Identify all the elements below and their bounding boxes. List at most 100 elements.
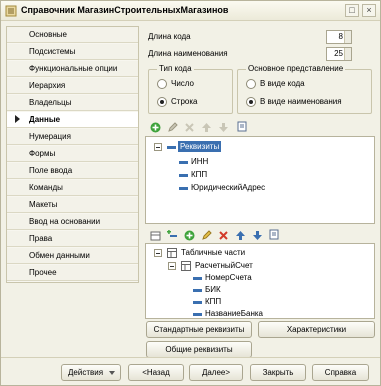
add-icon[interactable] (184, 230, 195, 241)
sidebar-item-input-based-on[interactable]: Ввод на основании (7, 214, 138, 230)
attributes-icon (167, 146, 176, 149)
code-type-string-radio[interactable] (157, 97, 167, 107)
code-type-string-label: Строка (171, 97, 198, 106)
actions-button[interactable]: Действия (61, 364, 121, 381)
tree-item-bank-account[interactable]: РасчетныйСчет (195, 260, 253, 271)
sidebar-item-label: Права (29, 234, 53, 243)
tree-item-kpp[interactable]: КПП (205, 296, 221, 307)
maximize-button[interactable]: □ (345, 4, 359, 17)
title-bar[interactable]: Справочник МагазинСтроительныхМагазинов … (1, 1, 380, 21)
code-length-label: Длина кода (148, 32, 191, 41)
collapse-icon[interactable] (154, 143, 162, 151)
window: Справочник МагазинСтроительныхМагазинов … (0, 0, 381, 386)
sidebar-item-label: Основные (29, 30, 67, 39)
collapse-icon[interactable] (168, 262, 176, 270)
tree-root-attributes[interactable]: Реквизиты (178, 141, 222, 152)
name-length-input[interactable]: 25 (326, 47, 352, 61)
spin-down-icon[interactable] (344, 54, 351, 60)
code-length-input[interactable]: 8 (326, 30, 352, 44)
sidebar-item-other[interactable]: Прочее (7, 265, 138, 281)
sidebar-item-forms[interactable]: Формы (7, 146, 138, 162)
tree-item-inn[interactable]: ИНН (191, 156, 208, 167)
collapse-icon[interactable] (154, 249, 162, 257)
move-up-icon[interactable] (235, 230, 246, 241)
add-attribute-icon[interactable] (167, 230, 178, 241)
attribute-icon (179, 174, 188, 177)
common-attributes-button[interactable]: Общие реквизиты (146, 341, 252, 358)
code-type-title: Тип кода (157, 64, 194, 73)
edit-icon[interactable] (167, 122, 178, 133)
sidebar-item-input-field[interactable]: Поле ввода (7, 163, 138, 179)
tree-item-legal-address[interactable]: ЮридическийАдрес (191, 182, 265, 193)
table-icon (181, 261, 191, 271)
spin-down-icon[interactable] (344, 37, 351, 43)
sidebar-item-label: Обмен данными (29, 251, 90, 260)
sidebar-item-subsystems[interactable]: Подсистемы (7, 44, 138, 60)
actions-label: Действия (68, 368, 104, 377)
main-view-code-label: В виде кода (260, 79, 305, 88)
code-type-number-radio[interactable] (157, 79, 167, 89)
name-length-value: 25 (334, 49, 343, 58)
move-down-icon[interactable] (218, 122, 229, 133)
name-length-label: Длина наименования (148, 49, 228, 58)
delete-icon[interactable] (218, 230, 229, 241)
sort-icon[interactable] (237, 121, 248, 132)
delete-icon[interactable] (184, 122, 195, 133)
edit-icon[interactable] (201, 230, 212, 241)
characteristics-button[interactable]: Характеристики (258, 321, 375, 338)
chevron-down-icon (109, 371, 115, 375)
tabular-parts-tree[interactable]: Табличные части РасчетныйСчет НомерСчета… (145, 243, 375, 319)
sidebar-item-label: Владельцы (29, 98, 72, 107)
move-up-icon[interactable] (201, 122, 212, 133)
main-view-name-label: В виде наименования (260, 97, 342, 106)
catalog-icon (5, 5, 17, 17)
sidebar-item-data[interactable]: Данные (7, 112, 138, 128)
move-down-icon[interactable] (252, 230, 263, 241)
selected-arrow-icon (15, 115, 20, 123)
sidebar-item-label: Формы (29, 149, 56, 158)
sidebar-item-label: Данные (29, 115, 61, 124)
main-view-code-radio[interactable] (246, 79, 256, 89)
standard-attributes-button[interactable]: Стандартные реквизиты (146, 321, 252, 338)
attribute-icon (193, 301, 202, 304)
attribute-icon (193, 277, 202, 280)
attribute-icon (179, 187, 188, 190)
sidebar-item-commands[interactable]: Команды (7, 180, 138, 196)
tree-root-tabular-parts[interactable]: Табличные части (181, 247, 245, 258)
sort-icon[interactable] (269, 229, 280, 240)
sidebar-item-main[interactable]: Основные (7, 27, 138, 43)
sidebar-item-label: Иерархия (29, 81, 66, 90)
close-button[interactable]: × (362, 4, 376, 17)
attributes-tree[interactable]: Реквизиты ИНН КПП ЮридическийАдрес (145, 136, 375, 224)
tabular-parts-icon (167, 248, 177, 258)
back-button[interactable]: <Назад (128, 364, 184, 381)
tree-item-bank-name[interactable]: НазваниеБанка (205, 308, 263, 319)
attribute-icon (193, 313, 202, 316)
attribute-icon (179, 161, 188, 164)
close-dialog-button[interactable]: Закрыть (250, 364, 306, 381)
sidebar-item-data-exchange[interactable]: Обмен данными (7, 248, 138, 264)
tree-item-kpp[interactable]: КПП (191, 169, 207, 180)
sidebar-item-label: Функциональные опции (29, 64, 118, 73)
help-button[interactable]: Справка (312, 364, 369, 381)
sidebar-item-numbering[interactable]: Нумерация (7, 129, 138, 145)
close-icon: × (366, 5, 372, 15)
sidebar-item-label: Прочее (29, 268, 57, 277)
main-view-name-radio[interactable] (246, 97, 256, 107)
sidebar-item-hierarchy[interactable]: Иерархия (7, 78, 138, 94)
tree-item-account-number[interactable]: НомерСчета (205, 272, 252, 283)
sidebar-item-functional-options[interactable]: Функциональные опции (7, 61, 138, 77)
next-button[interactable]: Далее> (189, 364, 243, 381)
sidebar: Основные Подсистемы Функциональные опции… (6, 26, 139, 283)
sidebar-item-rights[interactable]: Права (7, 231, 138, 247)
add-icon[interactable] (150, 122, 161, 133)
main-view-group: Основное представление В виде кода В вид… (237, 64, 372, 114)
sidebar-item-owners[interactable]: Владельцы (7, 95, 138, 111)
footer-bar: Действия <Назад Далее> Закрыть Справка (1, 357, 380, 385)
add-tabular-part-icon[interactable] (150, 230, 161, 241)
sidebar-item-label: Поле ввода (29, 166, 73, 175)
tree-item-bik[interactable]: БИК (205, 284, 221, 295)
code-length-value: 8 (338, 32, 343, 41)
sidebar-item-templates[interactable]: Макеты (7, 197, 138, 213)
window-title: Справочник МагазинСтроительныхМагазинов (21, 5, 229, 15)
